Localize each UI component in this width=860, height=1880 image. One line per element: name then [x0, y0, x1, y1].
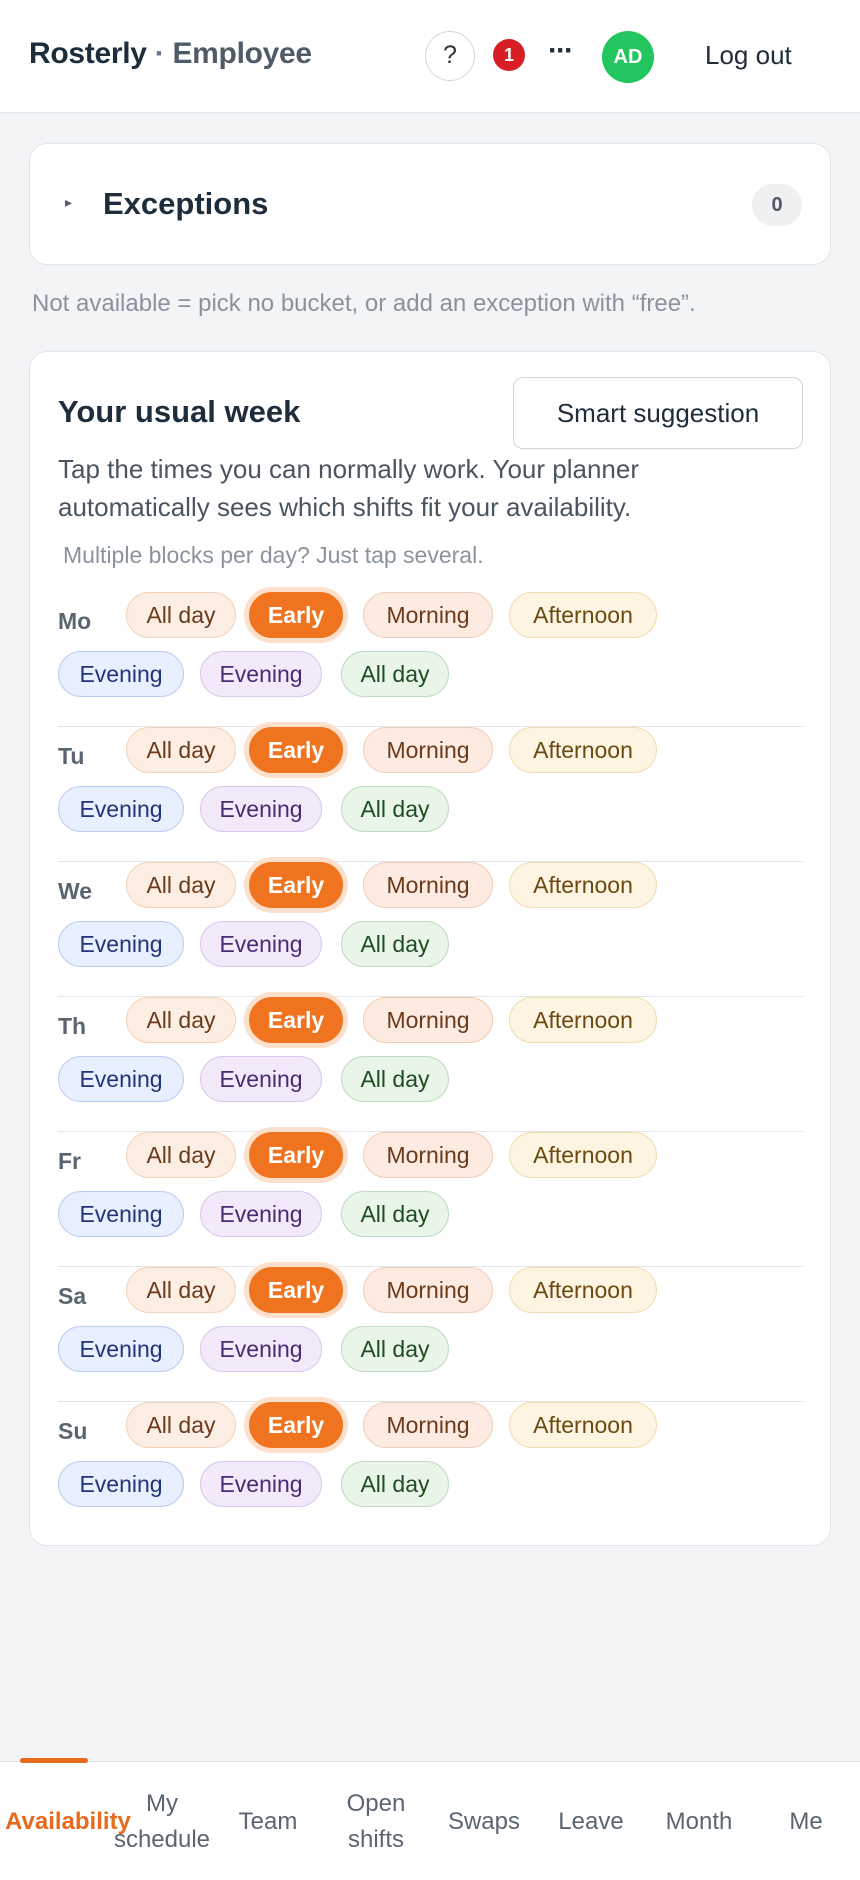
more-menu-button[interactable]: ···	[545, 36, 575, 76]
availability-hint: Not available = pick no bucket, or add a…	[32, 290, 696, 317]
bucket-morning-pill[interactable]: Morning	[363, 592, 493, 638]
week-title: Your usual week	[58, 394, 301, 429]
bucket-all-day-pill[interactable]: All day	[126, 997, 236, 1043]
bucket-morning-pill[interactable]: Morning	[363, 727, 493, 773]
top-bar: Rosterly · Employee ? 1 ··· AD Log out	[0, 0, 860, 113]
bucket-all-day-alt-pill[interactable]: All day	[341, 786, 449, 832]
bucket-early-pill[interactable]: Early	[249, 1267, 343, 1313]
bucket-all-day-pill[interactable]: All day	[126, 1267, 236, 1313]
avatar[interactable]: AD	[602, 31, 654, 83]
bucket-all-day-pill[interactable]: All day	[126, 862, 236, 908]
bucket-afternoon-pill[interactable]: Afternoon	[509, 997, 657, 1043]
bottom-nav: Availability My schedule Team Open shift…	[0, 1758, 860, 1880]
bucket-morning-pill[interactable]: Morning	[363, 862, 493, 908]
bucket-morning-pill[interactable]: Morning	[363, 1132, 493, 1178]
bucket-morning-pill[interactable]: Morning	[363, 1267, 493, 1313]
exceptions-panel[interactable]: ▸ Exceptions 0	[29, 143, 831, 265]
role-label: Employee	[172, 37, 312, 70]
bucket-evening-pill[interactable]: Evening	[58, 921, 184, 967]
day-row: Sa All day Early Morning Afternoon Evening Eve…	[58, 1267, 803, 1402]
expand-caret-icon: ▸	[65, 194, 73, 210]
exceptions-title: Exceptions	[103, 186, 269, 221]
bucket-evening-pill[interactable]: Evening	[58, 1056, 184, 1102]
day-row: Mo All day Early Morning Afternoon Evening Eve…	[58, 592, 803, 727]
day-row: Su All day Early Morning Afternoon Evening Eve…	[58, 1402, 803, 1537]
day-label: Th	[58, 1013, 87, 1039]
bucket-all-day-pill[interactable]: All day	[126, 727, 236, 773]
bucket-evening-pill[interactable]: Evening	[58, 1461, 184, 1507]
bucket-early-pill[interactable]: Early	[249, 862, 343, 908]
bucket-all-day-alt-pill[interactable]: All day	[341, 921, 449, 967]
bucket-all-day-alt-pill[interactable]: All day	[341, 651, 449, 697]
bucket-all-day-alt-pill[interactable]: All day	[341, 1056, 449, 1102]
nav-item-open-shifts[interactable]: Open shifts	[330, 1762, 422, 1880]
bucket-evening-pill[interactable]: Evening	[58, 1326, 184, 1372]
nav-item-leave[interactable]: Leave	[545, 1762, 637, 1880]
bucket-morning-pill[interactable]: Morning	[363, 997, 493, 1043]
bucket-afternoon-pill[interactable]: Afternoon	[509, 1267, 657, 1313]
app-name: Rosterly	[29, 37, 147, 70]
day-label: Sa	[58, 1283, 87, 1309]
bucket-late-evening-pill[interactable]: Evening	[200, 1326, 322, 1372]
day-label: Fr	[58, 1148, 81, 1174]
day-label: Su	[58, 1418, 88, 1444]
bucket-late-evening-pill[interactable]: Evening	[200, 1191, 322, 1237]
day-row: Tu All day Early Morning Afternoon Evening Eve…	[58, 727, 803, 862]
smart-suggestion-button[interactable]: Smart suggestion	[513, 377, 803, 449]
notification-badge[interactable]: 1	[493, 39, 525, 71]
bucket-afternoon-pill[interactable]: Afternoon	[509, 592, 657, 638]
bucket-afternoon-pill[interactable]: Afternoon	[509, 1132, 657, 1178]
nav-item-me[interactable]: Me	[760, 1762, 852, 1880]
week-note: Multiple blocks per day? Just tap severa…	[63, 542, 484, 568]
day-row: Th All day Early Morning Afternoon Evening Eve…	[58, 997, 803, 1132]
bucket-all-day-pill[interactable]: All day	[126, 1132, 236, 1178]
usual-week-card: Your usual week Smart suggestion Tap the…	[29, 351, 831, 1546]
bucket-all-day-pill[interactable]: All day	[126, 592, 236, 638]
bucket-early-pill[interactable]: Early	[249, 997, 343, 1043]
nav-item-team[interactable]: Team	[220, 1762, 316, 1880]
week-description: Tap the times you can normally work. You…	[58, 454, 639, 522]
app-brand: Rosterly · Employee	[29, 37, 312, 71]
bucket-all-day-pill[interactable]: All day	[126, 1402, 236, 1448]
day-label: We	[58, 878, 93, 904]
bucket-all-day-alt-pill[interactable]: All day	[341, 1461, 449, 1507]
help-button[interactable]: ?	[425, 31, 475, 81]
bucket-evening-pill[interactable]: Evening	[58, 786, 184, 832]
bucket-late-evening-pill[interactable]: Evening	[200, 651, 322, 697]
bucket-late-evening-pill[interactable]: Evening	[200, 921, 322, 967]
bucket-afternoon-pill[interactable]: Afternoon	[509, 862, 657, 908]
brand-separator: ·	[154, 37, 165, 70]
bucket-all-day-alt-pill[interactable]: All day	[341, 1191, 449, 1237]
bucket-afternoon-pill[interactable]: Afternoon	[509, 727, 657, 773]
bucket-early-pill[interactable]: Early	[249, 1402, 343, 1448]
nav-item-my-schedule[interactable]: My schedule	[106, 1762, 218, 1880]
bucket-early-pill[interactable]: Early	[249, 727, 343, 773]
bucket-evening-pill[interactable]: Evening	[58, 1191, 184, 1237]
bucket-late-evening-pill[interactable]: Evening	[200, 1056, 322, 1102]
bucket-morning-pill[interactable]: Morning	[363, 1402, 493, 1448]
bucket-late-evening-pill[interactable]: Evening	[200, 1461, 322, 1507]
logout-button[interactable]: Log out	[705, 40, 792, 71]
day-label: Tu	[58, 743, 85, 769]
day-row: We All day Early Morning Afternoon Evening Eve…	[58, 862, 803, 997]
bucket-evening-pill[interactable]: Evening	[58, 651, 184, 697]
bucket-late-evening-pill[interactable]: Evening	[200, 786, 322, 832]
day-row: Fr All day Early Morning Afternoon Evening Eve…	[58, 1132, 803, 1267]
nav-item-swaps[interactable]: Swaps	[436, 1762, 532, 1880]
bucket-early-pill[interactable]: Early	[249, 592, 343, 638]
bucket-early-pill[interactable]: Early	[249, 1132, 343, 1178]
day-label: Mo	[58, 608, 92, 634]
exceptions-count-badge: 0	[752, 184, 802, 226]
bucket-afternoon-pill[interactable]: Afternoon	[509, 1402, 657, 1448]
bucket-all-day-alt-pill[interactable]: All day	[341, 1326, 449, 1372]
nav-item-month[interactable]: Month	[650, 1762, 748, 1880]
